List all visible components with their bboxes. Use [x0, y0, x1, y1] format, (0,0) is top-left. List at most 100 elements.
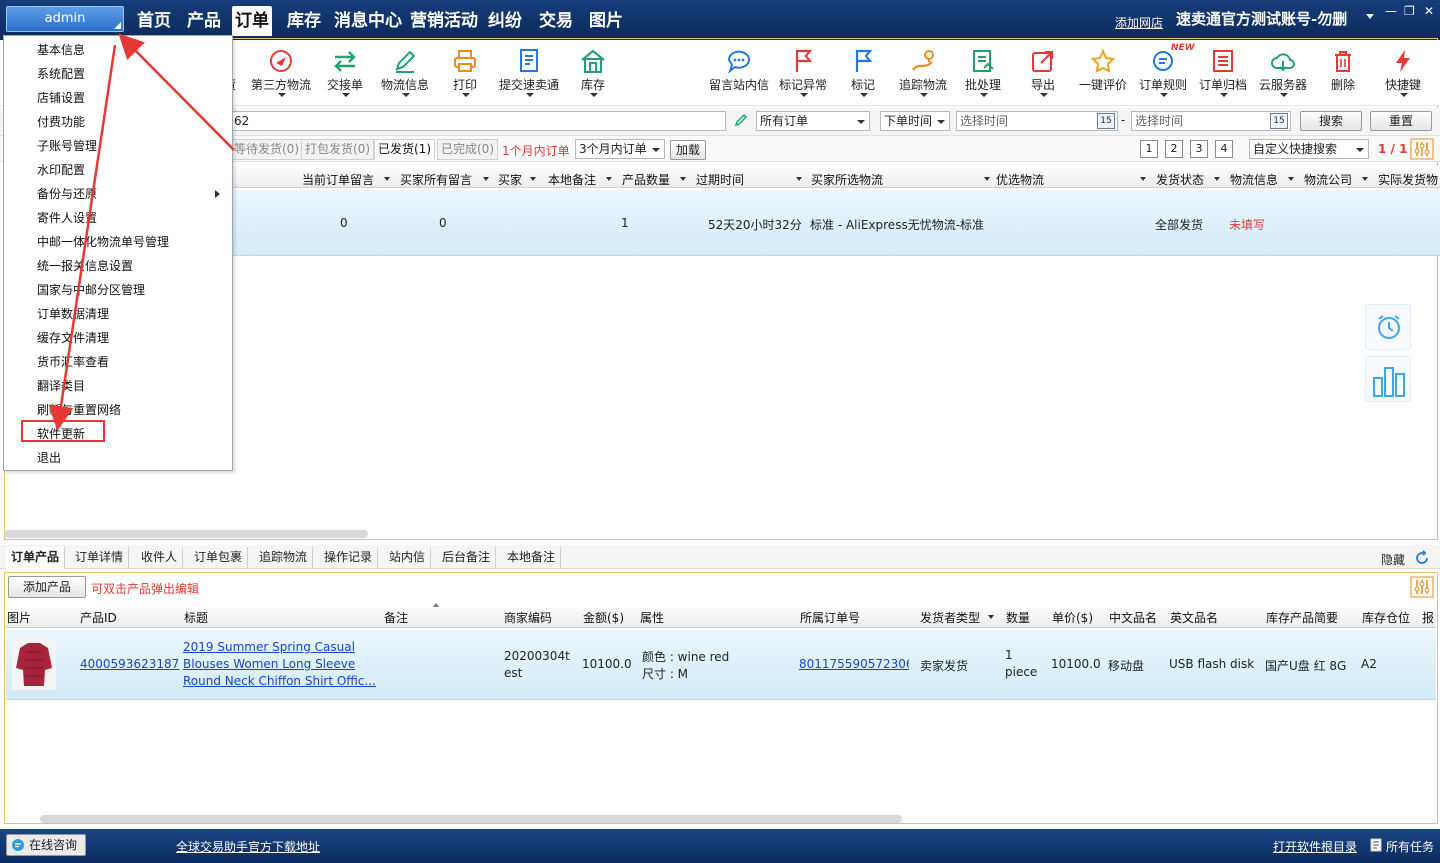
menu-item-customs-settings[interactable]: 统一报关信息设置	[37, 257, 133, 274]
alarm-clock-button[interactable]	[1365, 304, 1411, 350]
toolbar-third-party-logistics-button[interactable]: 第三方物流	[251, 46, 311, 104]
online-consult-button[interactable]: 在线咨询	[6, 834, 86, 856]
tab-order-package[interactable]: 订单包裹	[189, 547, 249, 569]
column-filter-icon[interactable]	[483, 177, 489, 181]
column-header[interactable]: 买家所选物流	[811, 171, 883, 188]
search-button[interactable]: 搜索	[1300, 111, 1362, 131]
menu-item-china-post-tracking[interactable]: 中邮一体化物流单号管理	[37, 233, 169, 250]
page-2-button[interactable]: 2	[1165, 140, 1183, 158]
start-time-input[interactable]: 选择时间 15	[956, 111, 1118, 131]
load-button[interactable]: 加载	[670, 140, 706, 160]
column-header[interactable]: 所属订单号	[800, 609, 860, 626]
calendar-icon[interactable]: 15	[1097, 113, 1115, 129]
menu-item-refresh-network[interactable]: 刷新与重置网络	[37, 401, 121, 418]
column-header[interactable]: 单价($)	[1052, 609, 1093, 626]
page-3-button[interactable]: 3	[1190, 140, 1208, 158]
tab-track-logistics[interactable]: 追踪物流	[254, 547, 314, 569]
toolbar-logistics-info-button[interactable]: 物流信息	[375, 46, 435, 104]
toolbar-submit-aliexpress-button[interactable]: 提交速卖通	[499, 46, 559, 104]
nav-transactions[interactable]: 交易	[536, 8, 576, 34]
column-header[interactable]: 报	[1422, 609, 1434, 626]
product-id-link[interactable]: 4000593623187	[80, 657, 179, 671]
menu-item-shop-settings[interactable]: 店铺设置	[37, 89, 85, 106]
calendar-icon[interactable]: 15	[1270, 113, 1288, 129]
add-product-button[interactable]: 添加产品	[8, 576, 86, 598]
toolbar-track-logistics-button[interactable]: 追踪物流	[893, 46, 953, 104]
nav-disputes[interactable]: 纠纷	[485, 8, 525, 34]
menu-item-sender-settings[interactable]: 寄件人设置	[37, 209, 97, 226]
column-filter-icon[interactable]	[384, 177, 390, 181]
column-header[interactable]: 产品ID	[80, 609, 117, 626]
hide-panel-button[interactable]: 隐藏	[1381, 551, 1405, 568]
download-link[interactable]: 全球交易助手官方下载地址	[176, 838, 320, 855]
toolbar-order-archive-button[interactable]: 订单归档	[1193, 46, 1253, 104]
column-filter-icon[interactable]	[530, 177, 536, 181]
column-filter-icon[interactable]	[680, 177, 686, 181]
toolbar-mark-button[interactable]: 标记	[833, 46, 893, 104]
menu-item-order-data-cleanup[interactable]: 订单数据清理	[37, 305, 109, 322]
column-header[interactable]: 英文品名	[1170, 609, 1218, 626]
column-header[interactable]: 中文品名	[1109, 609, 1157, 626]
order-search-input[interactable]: 62	[230, 111, 726, 131]
close-button[interactable]: ✕	[1424, 4, 1434, 18]
column-filter-icon[interactable]	[606, 177, 612, 181]
task-list-icon[interactable]	[1370, 838, 1382, 852]
column-header[interactable]: 物流信息	[1230, 171, 1278, 188]
menu-item-basic-info[interactable]: 基本信息	[37, 41, 85, 58]
toolbar-export-button[interactable]: 导出	[1013, 46, 1073, 104]
horizontal-scrollbar[interactable]	[4, 530, 368, 538]
menu-item-translate-categories[interactable]: 翻译类目	[37, 377, 85, 394]
product-thumbnail[interactable]	[12, 638, 56, 690]
column-header[interactable]: 本地备注	[548, 171, 596, 188]
tab-backend-note[interactable]: 后台备注	[437, 547, 497, 569]
menu-item-exit[interactable]: 退出	[37, 449, 61, 466]
tab-waiting-shipment[interactable]: 等待发货(0)	[230, 139, 303, 160]
product-title-link[interactable]: Round Neck Chiffon Shirt Offic...	[183, 674, 376, 688]
toolbar-cloud-server-button[interactable]: 云服务器	[1253, 46, 1313, 104]
add-shop-link[interactable]: 添加网店	[1115, 14, 1163, 31]
tab-order-details[interactable]: 订单详情	[70, 547, 130, 569]
column-header[interactable]: 备注	[384, 609, 408, 626]
page-4-button[interactable]: 4	[1215, 140, 1233, 158]
column-header[interactable]: 买家所有留言	[400, 171, 472, 188]
nav-home[interactable]: 首页	[134, 8, 174, 34]
horizontal-scrollbar[interactable]	[40, 815, 902, 823]
column-header[interactable]: 标题	[184, 609, 208, 626]
toolbar-batch-button[interactable]: 批处理	[953, 46, 1013, 104]
menu-item-country-zones[interactable]: 国家与中邮分区管理	[37, 281, 145, 298]
statistics-button[interactable]	[1365, 356, 1411, 402]
nav-products[interactable]: 产品	[184, 8, 224, 34]
toolbar-one-click-rating-button[interactable]: 一键评价	[1073, 46, 1133, 104]
menu-item-paid-features[interactable]: 付费功能	[37, 113, 85, 130]
range-select[interactable]: 3个月内订单	[575, 139, 665, 159]
column-filter-icon[interactable]	[1140, 177, 1146, 181]
column-filter-icon[interactable]	[796, 177, 802, 181]
account-name[interactable]: 速卖通官方测试账号-勿删	[1176, 8, 1347, 29]
column-header[interactable]: 优选物流	[996, 171, 1044, 188]
toolbar-handover-button[interactable]: 交接单	[315, 46, 375, 104]
toolbar-message-button[interactable]: 留言站内信	[709, 46, 769, 104]
account-dropdown-icon[interactable]	[1366, 14, 1374, 19]
column-header[interactable]: 库存产品简要	[1266, 609, 1338, 626]
column-filter-icon[interactable]	[984, 177, 990, 181]
tab-completed[interactable]: 已完成(0)	[437, 139, 498, 160]
restore-button[interactable]: ❐	[1404, 4, 1415, 18]
column-header[interactable]: 实际发货物	[1378, 171, 1438, 188]
admin-menu-button[interactable]: admin	[6, 6, 124, 32]
column-header[interactable]: 库存仓位	[1362, 609, 1410, 626]
column-header[interactable]: 物流公司	[1304, 171, 1352, 188]
tab-pack-ship[interactable]: 打包发货(0)	[301, 139, 374, 160]
column-header[interactable]: 商家编码	[504, 609, 552, 626]
product-title-link[interactable]: Blouses Women Long Sleeve	[183, 657, 355, 671]
menu-item-system-config[interactable]: 系统配置	[37, 65, 85, 82]
time-type-select[interactable]: 下单时间	[880, 111, 950, 131]
column-header[interactable]: 发货状态	[1156, 171, 1204, 188]
tab-shipped[interactable]: 已发货(1)	[374, 139, 435, 160]
column-header[interactable]: 属性	[640, 609, 664, 626]
column-filter-icon[interactable]	[1288, 177, 1294, 181]
column-filter-icon[interactable]	[1362, 177, 1368, 181]
minimize-button[interactable]: —	[1385, 4, 1397, 18]
tab-site-message[interactable]: 站内信	[384, 547, 432, 569]
toolbar-mark-abnormal-button[interactable]: 标记异常	[773, 46, 833, 104]
column-settings-icon[interactable]	[1410, 576, 1434, 598]
